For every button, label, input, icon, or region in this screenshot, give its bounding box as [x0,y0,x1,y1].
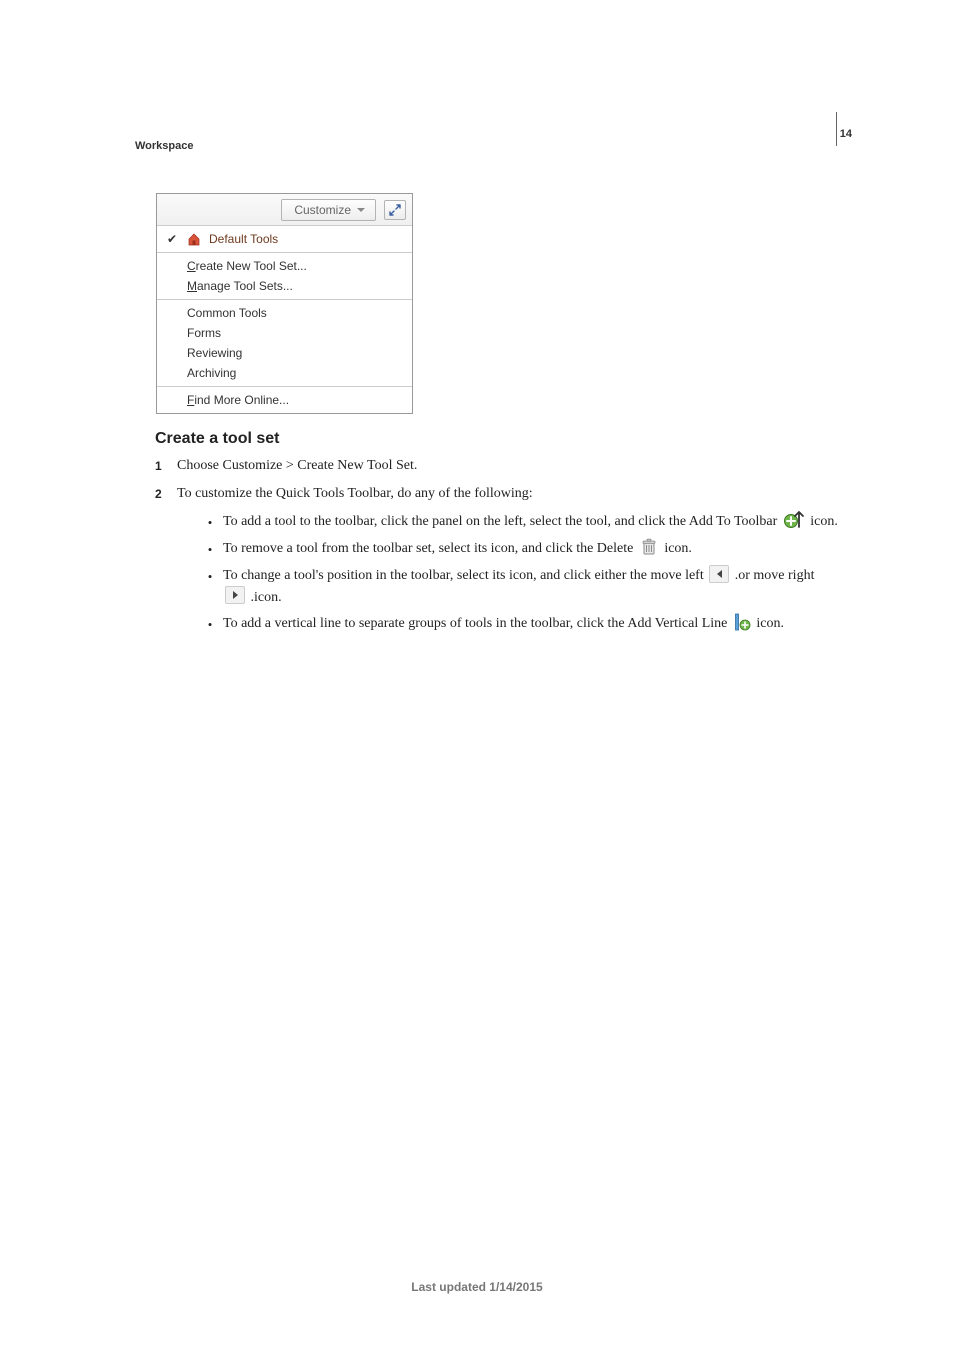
expand-icon [389,204,401,216]
menu-item-find-more-online[interactable]: Find More Online... [157,390,412,410]
text: To add a vertical line to separate group… [223,616,731,631]
menu-item-common-tools[interactable]: Common Tools [157,303,412,323]
step-1: 1 Choose Customize > Create New Tool Set… [155,456,852,476]
bullet-text: To add a tool to the toolbar, click the … [223,511,852,533]
add-to-toolbar-icon [783,509,805,529]
menu-item-forms[interactable]: Forms [157,323,412,343]
bullet-text: To change a tool's position in the toolb… [223,565,852,608]
menu-item-manage-tool-sets[interactable]: Manage Tool Sets... [157,276,412,296]
text: icon. [810,514,838,529]
menu-item-create-new-tool-set[interactable]: Create New Tool Set... [157,256,412,276]
section-header: Workspace [135,140,194,152]
menu-item-label: Common Tools [187,306,402,320]
bullet-add-tool: • To add a tool to the toolbar, click th… [177,511,852,533]
menu-item-label: Forms [187,326,402,340]
menu-item-archiving[interactable]: Archiving [157,363,412,383]
step-text: Choose Customize > Create New Tool Set. [177,456,852,476]
menu-item-label: Default Tools [209,232,402,246]
step-text: To customize the Quick Tools Toolbar, do… [177,484,852,640]
menu-item-label: Manage Tool Sets... [187,279,402,293]
step-2: 2 To customize the Quick Tools Toolbar, … [155,484,852,640]
customize-button-label: Customize [294,203,351,217]
text: To add a tool to the toolbar, click the … [223,514,781,529]
move-right-icon [225,586,245,604]
menu-item-label: Find More Online... [187,393,402,407]
menu-group-4: Find More Online... [157,387,412,413]
menu-item-label: Create New Tool Set... [187,259,402,273]
home-icon [187,232,201,246]
move-left-icon [709,565,729,583]
menu-item-label: Reviewing [187,346,402,360]
check-icon: ✔ [165,232,179,246]
menu-item-default-tools[interactable]: ✔ Default Tools [157,229,412,249]
bullet-vertical-line: • To add a vertical line to separate gro… [177,613,852,635]
delete-trash-icon [639,538,659,556]
bullet-icon: • [207,538,213,560]
menu-item-label: Archiving [187,366,402,380]
expand-panel-button[interactable] [384,200,406,220]
bullet-icon: • [207,511,213,533]
bullet-list: • To add a tool to the toolbar, click th… [177,511,852,636]
text: To remove a tool from the toolbar set, s… [223,541,637,556]
text: .or move right [735,568,815,583]
text: icon. [756,616,784,631]
step-number: 2 [155,484,177,503]
heading-create-tool-set: Create a tool set [155,430,852,448]
bullet-icon: • [207,613,213,635]
bullet-text: To add a vertical line to separate group… [223,613,852,635]
customize-menu-figure: Customize ✔ Default Tools Create New Too… [156,193,413,414]
step-2-intro: To customize the Quick Tools Toolbar, do… [177,486,533,501]
bullet-remove-tool: • To remove a tool from the toolbar set,… [177,538,852,560]
last-updated-footer: Last updated 1/14/2015 [0,1280,954,1294]
page-number: 14 [840,128,852,140]
text: icon. [664,541,692,556]
menu-group-1: ✔ Default Tools [157,226,412,252]
bullet-icon: • [207,565,213,587]
menu-topbar: Customize [157,194,412,226]
text: .icon. [251,590,282,605]
page-number-rule [836,112,837,146]
article-body: Create a tool set 1 Choose Customize > C… [155,430,852,648]
bullet-move-tool: • To change a tool's position in the too… [177,565,852,608]
add-vertical-line-icon [733,613,751,631]
text: To change a tool's position in the toolb… [223,568,707,583]
menu-group-3: Common Tools Forms Reviewing Archiving [157,300,412,386]
menu-item-reviewing[interactable]: Reviewing [157,343,412,363]
bullet-text: To remove a tool from the toolbar set, s… [223,538,852,560]
customize-button[interactable]: Customize [281,199,376,221]
step-number: 1 [155,456,177,475]
menu-group-2: Create New Tool Set... Manage Tool Sets.… [157,253,412,299]
caret-down-icon [357,208,365,212]
